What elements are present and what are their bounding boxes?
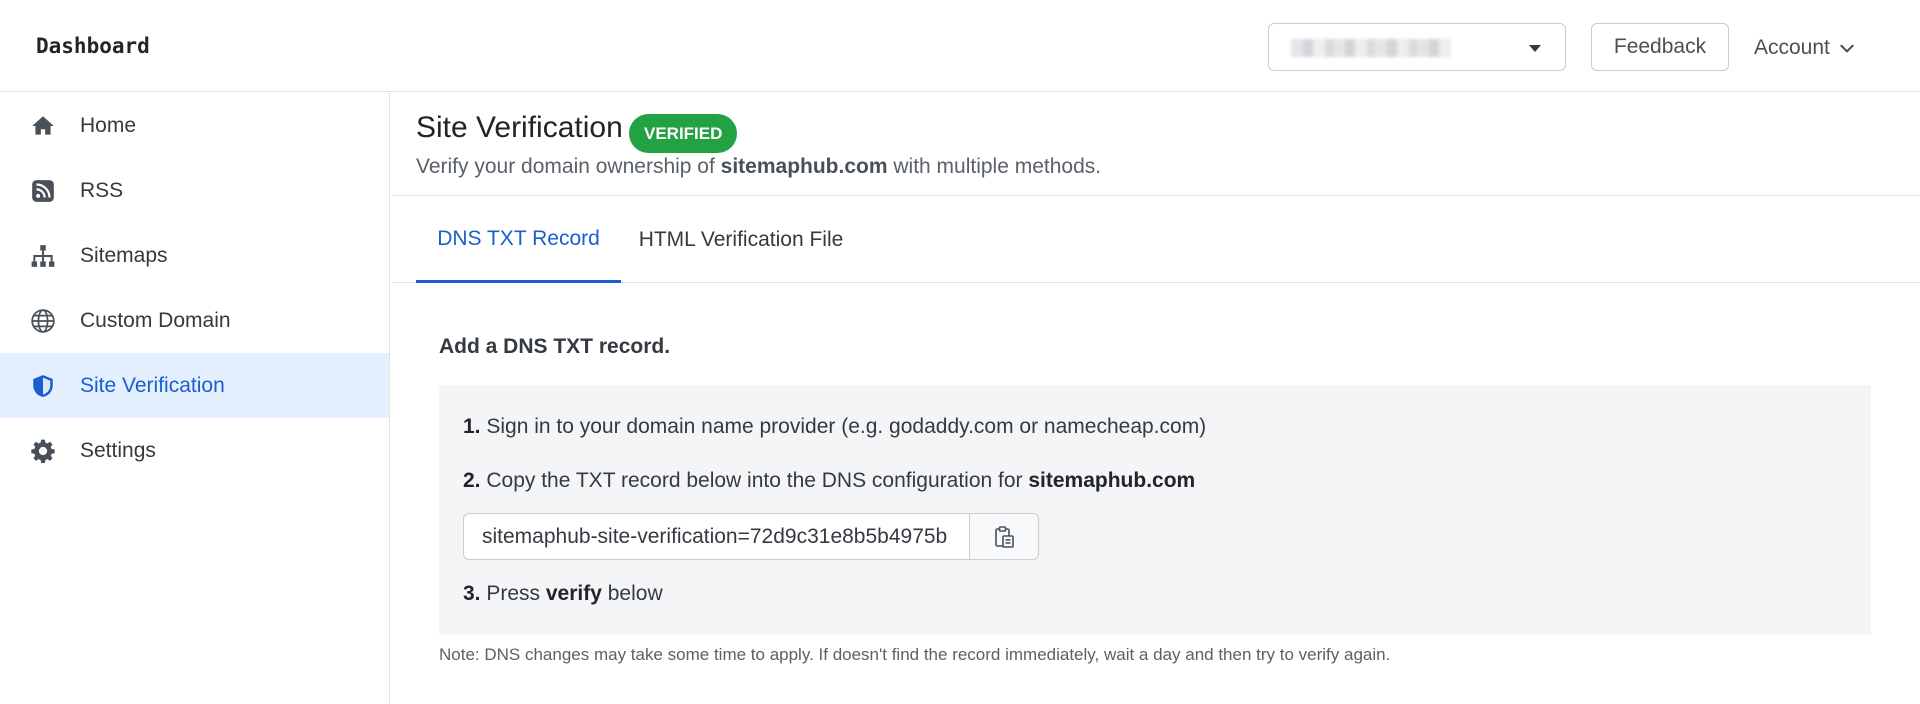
- site-selector[interactable]: [1268, 23, 1566, 71]
- page-title: Site Verification: [416, 111, 623, 144]
- site-selector-value: [1291, 39, 1451, 57]
- txt-record-group: [463, 513, 1039, 560]
- clipboard-icon: [995, 525, 1014, 548]
- step-2: 2. Copy the TXT record below into the DN…: [463, 469, 1195, 493]
- dns-heading: Add a DNS TXT record.: [439, 335, 671, 358]
- step-domain: sitemaphub.com: [1028, 469, 1196, 492]
- sidebar-item-site-verification[interactable]: Site Verification: [0, 353, 389, 418]
- tab-html-verification-file[interactable]: HTML Verification File: [631, 197, 851, 283]
- subtitle-domain: sitemaphub.com: [720, 155, 888, 178]
- gear-icon: [30, 438, 56, 464]
- sidebar: Home RSS Sitemaps Custom Domain Site Ver…: [0, 93, 390, 704]
- sidebar-item-settings[interactable]: Settings: [0, 418, 389, 483]
- step-number: 3.: [463, 582, 481, 605]
- txt-record-field[interactable]: [463, 513, 970, 560]
- rss-icon: [30, 178, 56, 204]
- step-text: Press: [480, 582, 546, 605]
- top-bar: Dashboard Feedback Account: [0, 0, 1920, 92]
- account-menu[interactable]: Account: [1754, 34, 1856, 62]
- step-3: 3. Press verify below: [463, 582, 663, 606]
- chevron-down-icon: [1840, 44, 1854, 53]
- step-verify-word: verify: [545, 582, 602, 605]
- subtitle-suffix: with multiple methods.: [887, 155, 1102, 178]
- brand-title[interactable]: Dashboard: [36, 34, 150, 58]
- steps-panel: 1. Sign in to your domain name provider …: [439, 385, 1871, 635]
- sidebar-item-rss[interactable]: RSS: [0, 158, 389, 223]
- step-number: 2.: [463, 469, 481, 492]
- sitemap-icon: [30, 243, 56, 269]
- sidebar-item-custom-domain[interactable]: Custom Domain: [0, 288, 389, 353]
- step-text: below: [601, 582, 663, 605]
- step-text: Copy the TXT record below into the DNS c…: [480, 469, 1029, 492]
- globe-icon: [30, 308, 56, 334]
- copy-button[interactable]: [969, 513, 1039, 560]
- sidebar-item-label: Custom Domain: [80, 308, 231, 332]
- home-icon: [30, 113, 56, 139]
- sidebar-item-label: Home: [80, 113, 137, 137]
- dns-note: Note: DNS changes may take some time to …: [439, 645, 1391, 664]
- sidebar-item-label: Sitemaps: [80, 243, 168, 267]
- tab-dns-txt-record[interactable]: DNS TXT Record: [416, 197, 621, 283]
- sidebar-item-label: Site Verification: [80, 373, 225, 397]
- sidebar-item-label: Settings: [80, 438, 156, 462]
- account-label: Account: [1754, 36, 1830, 59]
- sidebar-item-home[interactable]: Home: [0, 93, 389, 158]
- main-content: Site Verification VERIFIED Verify your d…: [391, 93, 1920, 704]
- step-1: 1. Sign in to your domain name provider …: [463, 415, 1206, 439]
- sidebar-item-sitemaps[interactable]: Sitemaps: [0, 223, 389, 288]
- step-text: Sign in to your domain name provider (e.…: [480, 415, 1207, 438]
- status-badge: VERIFIED: [629, 114, 738, 153]
- page-header: Site Verification VERIFIED Verify your d…: [391, 93, 1920, 196]
- caret-down-icon: [1529, 45, 1541, 52]
- page-subtitle: Verify your domain ownership of sitemaph…: [416, 155, 1101, 179]
- verification-tabs: DNS TXT Record HTML Verification File: [391, 197, 1920, 283]
- sidebar-item-label: RSS: [80, 178, 124, 202]
- shield-icon: [30, 373, 56, 399]
- feedback-button[interactable]: Feedback: [1591, 23, 1729, 71]
- step-number: 1.: [463, 415, 481, 438]
- subtitle-prefix: Verify your domain ownership of: [416, 155, 721, 178]
